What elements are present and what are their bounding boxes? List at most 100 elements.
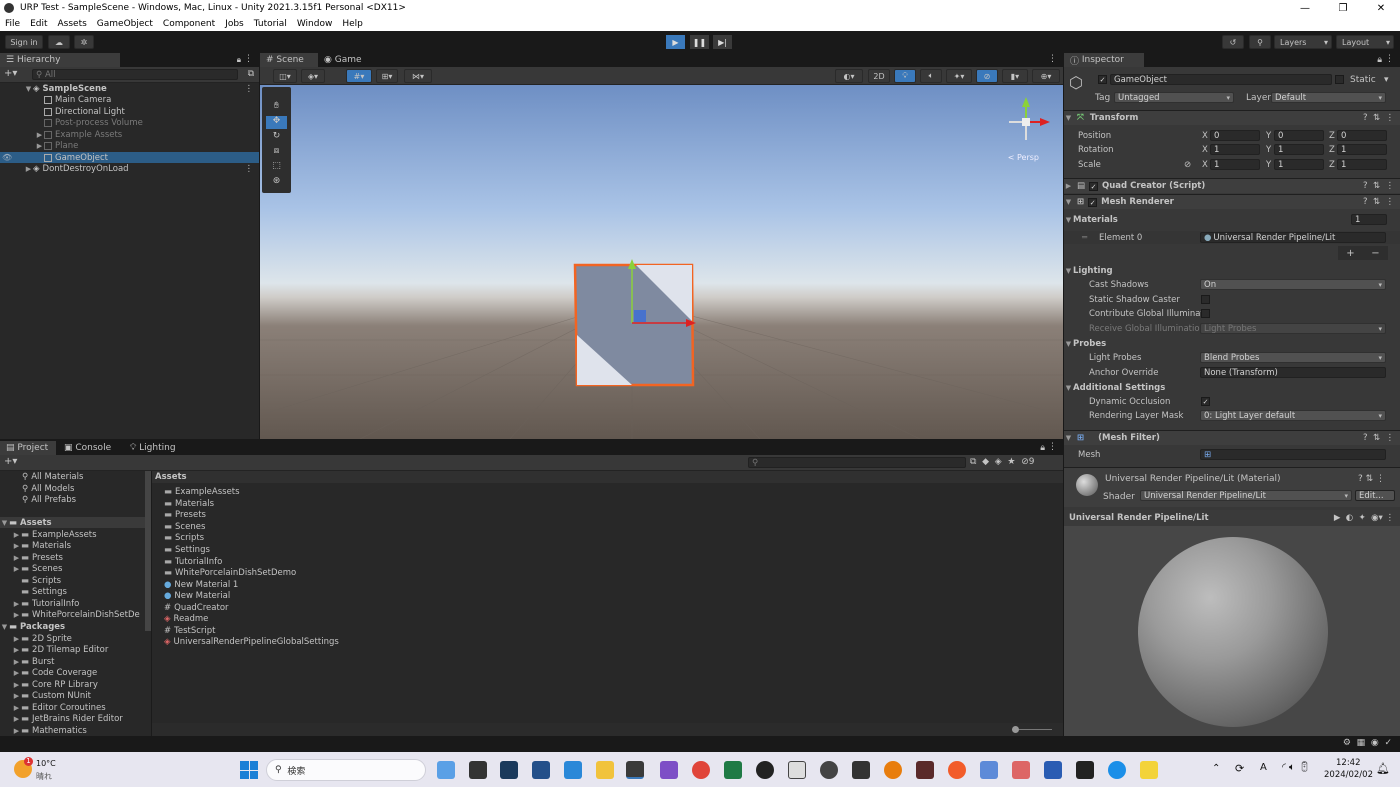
package-item[interactable]: ▶ ▬ Editor Coroutines — [0, 702, 145, 713]
tab-console[interactable]: ▣ Console — [58, 441, 116, 455]
rendering-layer-dropdown[interactable]: 0: Light Layer default — [1200, 410, 1386, 421]
menu-component[interactable]: Component — [163, 19, 215, 29]
menu-file[interactable]: File — [5, 19, 20, 29]
close-button[interactable]: ✕ — [1362, 3, 1400, 14]
tray-sync-icon[interactable]: ⟳ — [1235, 762, 1244, 775]
list-item[interactable]: Main Camera — [0, 94, 259, 105]
menu-assets[interactable]: Assets — [58, 19, 87, 29]
menu-help[interactable]: Help — [342, 19, 363, 29]
transform-header[interactable]: ▼ ⤧ Transform ? ⇅ ⋮ — [1064, 110, 1400, 125]
visibility-icon[interactable]: 👁︎ — [0, 153, 22, 162]
file-item[interactable]: ● New Material — [152, 590, 1063, 601]
file-item[interactable]: ▬ ExampleAssets — [152, 486, 1063, 497]
quad-creator-header[interactable]: ▶ ▤ ✓ Quad Creator (Script) ? ⇅ ⋮ — [1064, 178, 1400, 193]
folder-item[interactable]: ▶ ▬ Scenes — [0, 563, 145, 574]
folder-item[interactable]: ▶ ▬ TutorialInfo — [0, 598, 145, 609]
package-item[interactable]: ▶ ▬ Burst — [0, 656, 145, 667]
app-icon[interactable] — [532, 761, 550, 779]
terminal-icon[interactable] — [1076, 761, 1094, 779]
favorite-item[interactable]: ⚲ All Models — [0, 483, 145, 494]
collab-icon[interactable]: ✲ — [74, 35, 94, 49]
scene-menu-icon[interactable]: ⋮ — [245, 84, 254, 94]
transform-tool-icon[interactable]: ⊛ — [266, 176, 287, 189]
chrome-icon[interactable] — [692, 761, 710, 779]
tray-chevron-icon[interactable]: ⌃ — [1212, 763, 1220, 774]
windows-start-icon[interactable] — [240, 761, 258, 779]
contribute-gi-checkbox[interactable] — [1201, 309, 1210, 318]
kebab-menu-icon[interactable]: ⋮ — [244, 54, 253, 64]
link-icon[interactable]: ⊘ — [1184, 160, 1191, 170]
rotation-y[interactable]: 1 — [1274, 144, 1324, 155]
hand-tool-icon[interactable]: ✋︎ — [266, 101, 287, 114]
mesh-field[interactable]: ⊞ — [1200, 449, 1386, 460]
app-icon[interactable] — [980, 761, 998, 779]
drag-handle-icon[interactable]: ═ — [1082, 233, 1087, 243]
lighting-toggle-icon[interactable]: 💡︎ — [894, 69, 916, 83]
position-x[interactable]: 0 — [1210, 130, 1260, 141]
scene-row[interactable]: ▼ ◈ SampleScene ⋮ — [0, 83, 259, 94]
tab-hierarchy[interactable]: ☰ Hierarchy — [0, 53, 120, 67]
preview-controls[interactable]: ▶ ◐ ✦ ◉▾ ⋮ — [1334, 513, 1394, 523]
tab-lighting[interactable]: 💡︎ Lighting — [124, 441, 182, 455]
file-item[interactable]: ▬ WhitePorcelainDishSetDemo — [152, 567, 1063, 578]
component-tools-icon[interactable]: ? ⇅ ⋮ — [1358, 474, 1385, 484]
cast-shadows-dropdown[interactable]: On — [1200, 279, 1386, 290]
search-filter-icons[interactable]: ⧉ ◆ ◈ ★ ⊘9 — [970, 457, 1035, 467]
lighting-foldout[interactable]: ▼ Lighting — [1064, 264, 1400, 277]
notepad-icon[interactable] — [788, 761, 806, 779]
camera-settings-icon[interactable]: ▮▾ — [1002, 69, 1028, 83]
snap-icon[interactable]: ⊞▾ — [376, 69, 398, 83]
scene-canvas[interactable] — [260, 85, 1063, 439]
rotate-tool-icon[interactable]: ↻ — [266, 131, 287, 144]
add-element-button[interactable]: + — [1346, 248, 1354, 259]
element0-field[interactable]: ● Universal Render Pipeline/Lit — [1200, 232, 1386, 243]
remove-element-button[interactable]: − — [1371, 248, 1379, 259]
layer-dropdown[interactable]: Default — [1271, 92, 1386, 103]
package-item[interactable]: ▶ ▬ JetBrains Rider Editor — [0, 713, 145, 724]
list-item[interactable]: Post-process Volume — [0, 117, 259, 128]
file-item[interactable]: ▬ TutorialInfo — [152, 556, 1063, 567]
persp-label[interactable]: < Persp — [1008, 153, 1039, 162]
tab-project[interactable]: ▤ Project — [0, 441, 56, 455]
position-y[interactable]: 0 — [1274, 130, 1324, 141]
lock-icon[interactable]: 🔒︎ — [1377, 55, 1382, 65]
orbit-icon[interactable]: ◐▾ — [835, 69, 863, 83]
menu-window[interactable]: Window — [297, 19, 333, 29]
package-item[interactable]: ▶ ▬ Code Coverage — [0, 667, 145, 678]
menu-tutorial[interactable]: Tutorial — [254, 19, 287, 29]
app-icon[interactable] — [756, 761, 774, 779]
scene-gizmo[interactable] — [1001, 95, 1051, 145]
package-item[interactable]: ▶ ▬ Mathematics — [0, 725, 145, 736]
folder-item[interactable]: ▬ Scripts — [0, 575, 145, 586]
component-tools-icon[interactable]: ? ⇅ ⋮ — [1363, 197, 1394, 207]
folder-item[interactable]: ▶ ▬ ExampleAssets — [0, 529, 145, 540]
probes-foldout[interactable]: ▼ Probes — [1064, 337, 1400, 350]
scale-y[interactable]: 1 — [1274, 159, 1324, 170]
gizmos-icon[interactable]: ⊕▾ — [1032, 69, 1060, 83]
kebab-menu-icon[interactable]: ⋮ — [1385, 54, 1394, 64]
app-icon[interactable] — [852, 761, 870, 779]
layout-dropdown[interactable]: Layout ▾ — [1336, 35, 1394, 49]
copilot-icon[interactable] — [437, 761, 455, 779]
lock-icon[interactable]: 🔒︎ — [1040, 443, 1045, 453]
increment-icon[interactable]: ⋈▾ — [404, 69, 432, 83]
hierarchy-search-input[interactable]: ⚲ All — [32, 69, 238, 80]
history-icon[interactable]: ↺ — [1222, 35, 1244, 49]
file-item[interactable]: ▬ Materials — [152, 498, 1063, 509]
ime-indicator[interactable]: A — [1260, 762, 1267, 773]
list-item[interactable]: ▶ Plane — [0, 140, 259, 151]
folder-item[interactable]: ▬ Settings — [0, 586, 145, 597]
package-item[interactable]: ▶ ▬ Core RP Library — [0, 679, 145, 690]
static-checkbox[interactable] — [1335, 75, 1344, 84]
edit-shader-button[interactable]: Edit... — [1355, 490, 1395, 501]
tab-game[interactable]: ◉ Game — [318, 53, 362, 67]
list-item[interactable]: ▶ Example Assets — [0, 129, 259, 140]
rotation-z[interactable]: 1 — [1337, 144, 1387, 155]
file-item[interactable]: ▬ Scripts — [152, 532, 1063, 543]
cloud-icon[interactable]: ☁ — [48, 35, 70, 49]
additional-settings-foldout[interactable]: ▼ Additional Settings — [1064, 381, 1400, 394]
create-plus-icon[interactable]: +▾ — [4, 456, 17, 467]
draw-mode-icon[interactable]: ◫▾ — [273, 69, 297, 83]
file-item[interactable]: ▬ Scenes — [152, 521, 1063, 532]
app-icon[interactable] — [948, 761, 966, 779]
